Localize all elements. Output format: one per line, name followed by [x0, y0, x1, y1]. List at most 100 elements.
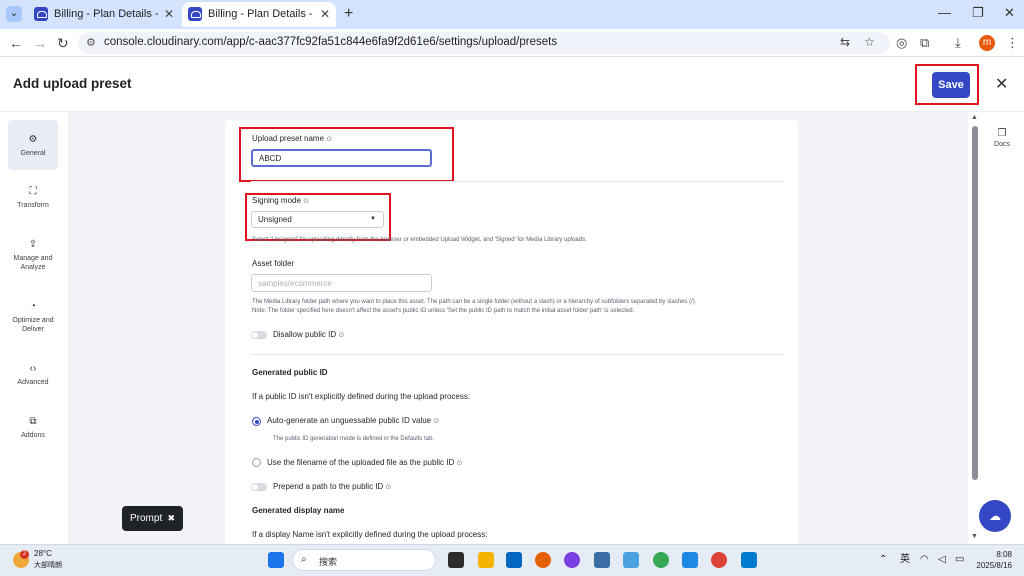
minimize-icon[interactable]: —	[938, 5, 951, 21]
disallow-public-id-text: Disallow public ID	[273, 330, 337, 339]
radio-use-filename-label: Use the filename of the uploaded file as…	[267, 458, 462, 467]
crop-icon: ⛶	[29, 186, 37, 197]
prompt-button[interactable]: Prompt ✖	[122, 506, 183, 531]
chrome-alt-icon[interactable]	[653, 552, 669, 568]
tab-close-icon[interactable]: ✕	[320, 2, 330, 27]
volume-icon[interactable]: ◁	[938, 554, 946, 566]
nav-item-addons[interactable]: ⧉ Addons	[8, 416, 58, 440]
notepad-icon[interactable]	[594, 552, 610, 568]
nav-item-advanced[interactable]: ‹› Advanced	[8, 363, 58, 387]
omnibox[interactable]: ⚙ console.cloudinary.com/app/c-aac377fc9…	[78, 32, 890, 54]
divider	[251, 354, 785, 355]
wifi-icon[interactable]: ◠	[920, 554, 929, 566]
asset-folder-help-1: The Media Library folder path where you …	[252, 299, 697, 305]
typora-icon[interactable]	[623, 552, 639, 568]
info-icon[interactable]: ⊙	[326, 136, 332, 143]
docs-button[interactable]: ❒ Docs	[986, 128, 1018, 148]
taskbar-clock[interactable]: 8:08 2025/8/16	[976, 549, 1012, 571]
caret-down-icon: ▼	[370, 216, 376, 222]
scroll-up-icon[interactable]: ▲	[971, 114, 978, 121]
preset-name-input[interactable]	[251, 149, 432, 167]
taskbar-search[interactable]: ⌕ 搜索	[292, 549, 436, 571]
tab-close-icon[interactable]: ✕	[164, 2, 174, 27]
asset-folder-input[interactable]	[251, 274, 432, 292]
radio-use-filename[interactable]	[252, 458, 261, 467]
reload-icon[interactable]: ↻	[57, 34, 69, 52]
prepend-path-text: Prepend a path to the public ID	[273, 482, 384, 491]
radio-auto-generate-label: Auto-generate an unguessable public ID v…	[267, 416, 439, 425]
browser-tab-1[interactable]: Billing - Plan Details - Cloudi ✕	[28, 2, 180, 27]
file-explorer-icon[interactable]	[478, 552, 494, 568]
nav-item-label: Transform	[17, 202, 49, 209]
translate-icon[interactable]: ⇆	[840, 35, 850, 49]
firefox-icon[interactable]	[535, 552, 551, 568]
extension-icon[interactable]: ◎	[896, 35, 907, 51]
preset-name-label-text: Upload preset name	[252, 134, 325, 143]
vscode-icon[interactable]	[741, 552, 757, 568]
scroll-down-icon[interactable]: ▼	[971, 533, 978, 540]
signing-mode-label-text: Signing mode	[252, 196, 301, 205]
signing-mode-help: Select 'Unsigned' for uploading directly…	[252, 237, 587, 243]
weather-badge: 2	[20, 550, 29, 559]
close-icon[interactable]: ✖	[167, 506, 175, 531]
tab-search-icon[interactable]: ⌄	[6, 6, 22, 22]
tray-chevron-icon[interactable]: ⌃	[879, 554, 887, 566]
browser-menu-icon[interactable]: ⋮	[1006, 35, 1019, 51]
info-icon[interactable]: ⊙	[456, 460, 462, 467]
divider	[251, 181, 785, 182]
signing-mode-select[interactable]: Unsigned ▼	[251, 211, 384, 228]
prompt-label: Prompt	[130, 513, 163, 524]
ime-indicator[interactable]: 英	[900, 554, 910, 566]
generated-display-name-title: Generated display name	[252, 506, 345, 515]
restore-icon[interactable]: ❐	[972, 5, 984, 21]
window-close-icon[interactable]: ✕	[1004, 5, 1015, 21]
media-icon[interactable]	[564, 552, 580, 568]
bookmark-star-icon[interactable]: ☆	[864, 35, 875, 49]
nav-item-general[interactable]: ⚙ General	[8, 120, 58, 170]
clock-date: 2025/8/16	[976, 561, 1012, 570]
browser-tab-bar: ⌄ Billing - Plan Details - Cloudi ✕ Bill…	[0, 0, 1024, 29]
disallow-public-id-toggle[interactable]	[251, 331, 267, 339]
book-icon: ❒	[997, 128, 1007, 139]
cloud-icon: ☁	[989, 509, 1001, 523]
info-icon[interactable]: ⊙	[386, 484, 392, 491]
upload-icon: ⇪	[28, 239, 38, 250]
prepend-path-toggle[interactable]	[251, 483, 267, 491]
info-icon[interactable]: ⊙	[338, 332, 344, 339]
radio-auto-generate[interactable]	[252, 417, 261, 426]
nav-item-label: Addons	[21, 432, 45, 439]
site-info-icon[interactable]: ⚙	[86, 36, 96, 49]
nav-item-optimize-and-deliver[interactable]: ◔ Optimize and Deliver	[8, 301, 58, 334]
display-name-intro: If a display Name isn't explicitly defin…	[252, 530, 488, 539]
task-view-icon[interactable]	[448, 552, 464, 568]
extensions-puzzle-icon[interactable]: ⧉	[920, 35, 929, 51]
windows-start-icon[interactable]	[268, 552, 284, 568]
store-icon[interactable]	[506, 552, 522, 568]
back-icon[interactable]: ←	[9, 34, 23, 52]
gauge-icon: ◔	[29, 301, 37, 312]
feishu-icon[interactable]	[682, 552, 698, 568]
signing-mode-value: Unsigned	[258, 215, 292, 224]
new-tab-icon[interactable]: +	[344, 4, 353, 24]
scrollbar[interactable]: ▲ ▼	[968, 112, 982, 544]
chrome-icon[interactable]	[711, 552, 727, 568]
battery-icon[interactable]: ▭	[955, 554, 964, 566]
nav-item-transform[interactable]: ⛶ Transform	[8, 186, 58, 210]
profile-avatar[interactable]: m	[979, 35, 995, 51]
nav-item-label: Optimize and Deliver	[12, 317, 54, 333]
help-chat-button[interactable]: ☁	[979, 500, 1011, 532]
signing-mode-label: Signing mode ⊙	[252, 196, 309, 205]
info-icon[interactable]: ⊙	[303, 198, 309, 205]
gear-icon: ⚙	[28, 134, 38, 145]
download-icon[interactable]: ⤓	[955, 35, 961, 51]
generated-public-id-title: Generated public ID	[252, 368, 328, 377]
clock-time: 8:08	[996, 550, 1012, 559]
asset-folder-label: Asset folder	[252, 259, 295, 268]
info-icon[interactable]: ⊙	[433, 418, 439, 425]
save-button[interactable]: Save	[932, 72, 970, 98]
close-icon[interactable]: ✕	[995, 76, 1008, 94]
forward-icon[interactable]: →	[33, 34, 47, 52]
browser-tab-2[interactable]: Billing - Plan Details - Cloudi ✕	[182, 2, 336, 27]
scrollbar-thumb[interactable]	[972, 126, 978, 480]
nav-item-manage-and-analyze[interactable]: ⇪ Manage and Analyze	[8, 239, 58, 272]
